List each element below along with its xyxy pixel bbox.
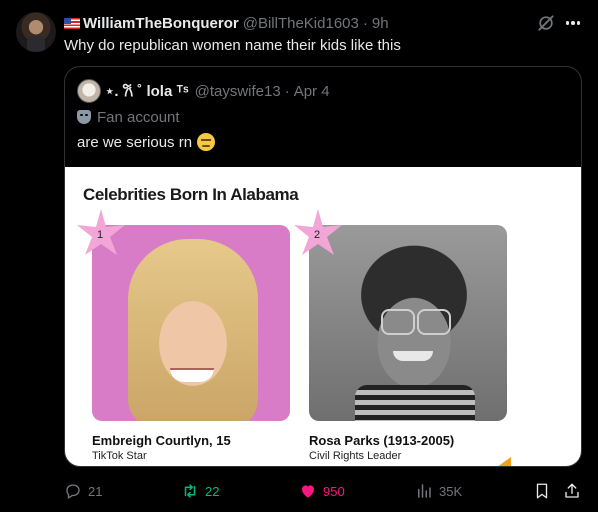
caption-name: Embreigh Courtlyn, 15 bbox=[92, 433, 231, 448]
quoted-header: ⋆. 𐙚 ˚ lola ᵀˢ @tayswife13 · Apr 4 bbox=[105, 81, 330, 101]
flag-icon bbox=[64, 17, 80, 29]
action-bar: 21 22 950 35K bbox=[0, 478, 598, 504]
fan-account-text: Fan account bbox=[97, 108, 180, 126]
quoted-tweet[interactable]: ⋆. 𐙚 ˚ lola ᵀˢ @tayswife13 · Apr 4 Fan a… bbox=[64, 66, 582, 467]
author-handle[interactable]: @BillTheKid1603 bbox=[243, 15, 359, 32]
reply-button[interactable]: 21 bbox=[64, 478, 102, 504]
rank-number: 1 bbox=[97, 229, 104, 241]
mask-icon bbox=[77, 110, 91, 124]
reply-icon bbox=[66, 484, 80, 499]
avatar[interactable] bbox=[16, 12, 56, 52]
tweet-header: WilliamTheBonqueror @BillTheKid1603 · 9h bbox=[64, 13, 389, 33]
quoted-text-row: are we serious rn bbox=[77, 131, 216, 153]
timestamp[interactable]: 9h bbox=[372, 15, 389, 32]
bookmark-button[interactable] bbox=[533, 478, 557, 504]
quoted-separator: · bbox=[284, 82, 290, 100]
views-icon bbox=[418, 484, 431, 498]
media-title: Celebrities Born In Alabama bbox=[83, 185, 299, 204]
quoted-text: are we serious rn bbox=[77, 133, 193, 151]
separator: · bbox=[362, 14, 368, 32]
reply-count: 21 bbox=[88, 483, 103, 499]
quoted-author-handle[interactable]: @tayswife13 bbox=[195, 83, 281, 100]
repost-count: 22 bbox=[205, 483, 220, 499]
like-button[interactable]: 950 bbox=[299, 478, 345, 504]
decorative-shape bbox=[497, 457, 511, 466]
share-icon bbox=[565, 483, 579, 498]
repost-icon bbox=[184, 484, 196, 498]
caption-role: TikTok Star bbox=[92, 450, 147, 462]
tweet-text: Why do republican women name their kids … bbox=[64, 37, 401, 54]
views-count: 35K bbox=[439, 483, 463, 499]
more-options-icon[interactable] bbox=[563, 13, 583, 33]
share-button[interactable] bbox=[563, 478, 587, 504]
repost-button[interactable]: 22 bbox=[181, 478, 219, 504]
rank-number: 2 bbox=[314, 229, 321, 241]
expressionless-face-icon bbox=[197, 133, 216, 151]
tweet: WilliamTheBonqueror @BillTheKid1603 · 9h… bbox=[0, 0, 598, 512]
caption-name: Rosa Parks (1913-2005) bbox=[309, 433, 455, 448]
like-count: 950 bbox=[323, 483, 345, 499]
quoted-author-name[interactable]: ⋆. 𐙚 ˚ lola ᵀˢ bbox=[105, 81, 189, 101]
fan-account-label: Fan account bbox=[77, 107, 180, 127]
heart-icon bbox=[302, 485, 314, 498]
caption-role: Civil Rights Leader bbox=[309, 450, 402, 462]
author-name[interactable]: WilliamTheBonqueror bbox=[83, 15, 239, 32]
bookmark-icon bbox=[536, 483, 548, 499]
quoted-avatar[interactable] bbox=[77, 79, 101, 103]
quoted-timestamp[interactable]: Apr 4 bbox=[294, 83, 330, 100]
quoted-media-image[interactable]: Celebrities Born In Alabama 1 2 Embreigh… bbox=[65, 167, 581, 466]
grok-icon[interactable] bbox=[536, 13, 556, 33]
views-button[interactable]: 35K bbox=[415, 478, 462, 504]
